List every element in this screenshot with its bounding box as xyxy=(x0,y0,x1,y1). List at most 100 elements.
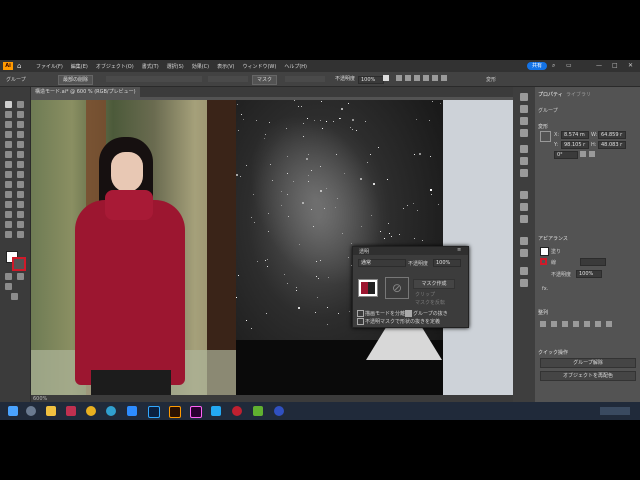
mesh-tool-icon[interactable] xyxy=(5,191,12,198)
scale-tool-icon[interactable] xyxy=(17,161,24,168)
libraries-panel-icon[interactable] xyxy=(520,93,528,101)
paintbrush-tool-icon[interactable] xyxy=(17,141,24,148)
xd-icon[interactable] xyxy=(190,406,202,418)
make-mask-button[interactable]: マスク作成 xyxy=(413,279,455,289)
pen-tool-icon[interactable] xyxy=(5,121,12,128)
screen-mode-icon[interactable] xyxy=(11,293,18,300)
start-icon[interactable] xyxy=(8,406,18,416)
stroke-weight-input[interactable] xyxy=(580,258,606,266)
eyedropper-tool-icon[interactable] xyxy=(5,201,12,208)
h-input[interactable]: 48.083 r xyxy=(598,141,626,149)
blend-mode-select[interactable]: 通常 xyxy=(358,259,406,267)
menu-window[interactable]: ウィンドウ(W) xyxy=(242,63,276,70)
color-mode-icon[interactable] xyxy=(5,273,12,280)
menu-help[interactable]: ヘルプ(H) xyxy=(284,63,307,70)
panel-menu-icon[interactable]: ≡ xyxy=(457,247,461,253)
layers-panel-icon[interactable] xyxy=(520,105,528,113)
perspective-grid-tool-icon[interactable] xyxy=(17,181,24,188)
gradient-panel-icon[interactable] xyxy=(520,203,528,211)
menu-effect[interactable]: 効果(C) xyxy=(192,63,209,70)
menu-view[interactable]: 表示(V) xyxy=(217,63,234,70)
rotate-tool-icon[interactable] xyxy=(5,161,12,168)
stroke-panel-icon[interactable] xyxy=(520,191,528,199)
photoshop-icon[interactable] xyxy=(148,406,160,418)
align-panel-icon[interactable] xyxy=(520,267,528,275)
menu-select[interactable]: 選択(S) xyxy=(167,63,184,70)
stroke-swatch-icon[interactable] xyxy=(540,258,547,265)
hand-tool-icon[interactable] xyxy=(5,231,12,238)
isolate-blending-checkbox[interactable] xyxy=(357,310,364,317)
slice-tool-icon[interactable] xyxy=(17,221,24,228)
document-tab[interactable]: 構造モード.ai* @ 600 % (RGB/プレビュー) xyxy=(31,87,140,97)
opacity-label[interactable]: 不透明度 xyxy=(331,75,359,83)
y-input[interactable]: 98.105 r xyxy=(561,141,589,149)
transparency-panel-header[interactable]: 透明 ≡ xyxy=(353,247,468,255)
share-button[interactable]: 共有 xyxy=(527,62,547,70)
menu-file[interactable]: ファイル(F) xyxy=(36,63,63,70)
fx-button[interactable]: fx. xyxy=(542,286,548,292)
brushes-panel-icon[interactable] xyxy=(520,157,528,165)
graph-tool-icon[interactable] xyxy=(17,211,24,218)
opacity-mask-knockout-checkbox[interactable] xyxy=(357,318,364,325)
invert-mask-checkbox[interactable]: マスクを反転 xyxy=(415,299,445,306)
search-icon[interactable] xyxy=(26,406,36,416)
reference-point-icon[interactable] xyxy=(540,131,551,142)
transparency-panel-icon[interactable] xyxy=(520,215,528,223)
zoom-icon[interactable] xyxy=(127,406,137,416)
x-input[interactable]: 8.574 m xyxy=(561,131,589,139)
tab-libraries[interactable]: ライブラリ xyxy=(566,91,591,98)
close-icon[interactable]: ✕ xyxy=(628,62,633,69)
opacity-dropdown-icon[interactable] xyxy=(383,75,389,81)
appearance-opacity-label[interactable]: 不透明度 xyxy=(551,271,571,278)
graphic-styles-panel-icon[interactable] xyxy=(520,249,528,257)
gradient-tool-icon[interactable] xyxy=(17,191,24,198)
symbols-panel-icon[interactable] xyxy=(520,169,528,177)
chrome-icon[interactable] xyxy=(86,406,96,416)
type-tool-icon[interactable] xyxy=(5,131,12,138)
maximize-icon[interactable]: □ xyxy=(612,62,618,69)
lasso-tool-icon[interactable] xyxy=(17,111,24,118)
transparency-opacity-input[interactable]: 100% xyxy=(433,259,461,267)
search-icon[interactable]: ⌕ xyxy=(552,62,555,70)
stroke-swatch-icon[interactable] xyxy=(12,257,26,271)
recolor-button[interactable]: オブジェクトを再配色 xyxy=(540,371,636,381)
flip-icons[interactable] xyxy=(580,151,610,157)
draw-mode-icon[interactable] xyxy=(5,283,12,290)
tab-properties[interactable]: プロパティ xyxy=(538,91,563,98)
menu-type[interactable]: 書式(T) xyxy=(142,63,159,70)
system-tray[interactable] xyxy=(600,407,630,415)
pathfinder-panel-icon[interactable] xyxy=(520,279,528,287)
file-explorer-icon[interactable] xyxy=(46,406,56,416)
appearance-opacity-input[interactable]: 100% xyxy=(576,270,602,278)
free-transform-tool-icon[interactable] xyxy=(17,171,24,178)
blend-tool-icon[interactable] xyxy=(17,201,24,208)
properties-panel-icon[interactable] xyxy=(520,117,528,125)
green-app-icon[interactable] xyxy=(253,406,263,416)
line-tool-icon[interactable] xyxy=(17,131,24,138)
zoom-tool-icon[interactable] xyxy=(17,231,24,238)
artboard-tool-icon[interactable] xyxy=(5,221,12,228)
menu-edit[interactable]: 編集(E) xyxy=(71,63,88,70)
illustrator-icon[interactable] xyxy=(169,406,181,418)
clip-checkbox[interactable]: クリップ xyxy=(415,291,435,298)
shaper-tool-icon[interactable] xyxy=(5,151,12,158)
width-tool-icon[interactable] xyxy=(5,171,12,178)
opacity-input[interactable]: 100% xyxy=(358,76,384,84)
ungroup-button[interactable]: グループ解除 xyxy=(540,358,636,368)
curvature-tool-icon[interactable] xyxy=(17,121,24,128)
eraser-tool-icon[interactable] xyxy=(17,151,24,158)
menu-object[interactable]: オブジェクト(O) xyxy=(96,63,134,70)
align-buttons[interactable] xyxy=(540,321,640,328)
fill-swatch-icon[interactable] xyxy=(540,247,549,256)
gradient-mode-icon[interactable] xyxy=(17,273,24,280)
object-thumbnail[interactable] xyxy=(358,279,378,297)
knockout-group-checkbox[interactable] xyxy=(405,310,412,317)
direct-selection-tool-icon[interactable] xyxy=(17,101,24,108)
rectangle-tool-icon[interactable] xyxy=(5,141,12,148)
edit-contents-button[interactable]: 最部の削除 xyxy=(58,75,94,85)
edge-icon[interactable] xyxy=(106,406,116,416)
swatches-panel-icon[interactable] xyxy=(520,145,528,153)
vscode-icon[interactable] xyxy=(211,406,221,416)
appearance-panel-icon[interactable] xyxy=(520,237,528,245)
shape-builder-tool-icon[interactable] xyxy=(5,181,12,188)
